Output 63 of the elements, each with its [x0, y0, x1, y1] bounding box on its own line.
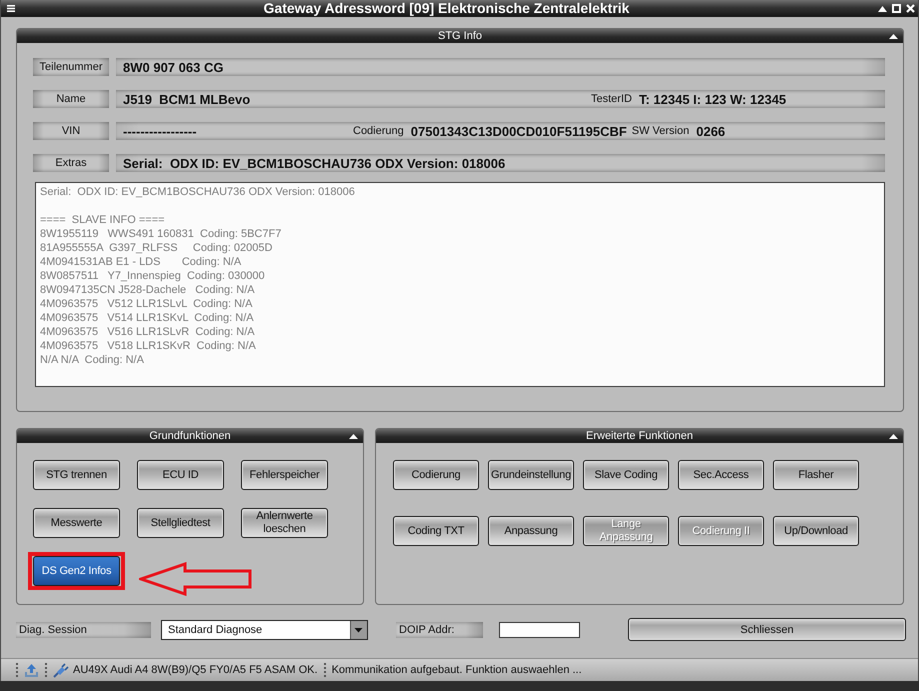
doip-addr-label: DOIP Addr:: [396, 622, 483, 638]
function-button[interactable]: Anpassung: [488, 516, 574, 546]
left-arrow-icon: [139, 562, 252, 596]
log-line: 81A955555A G397_RLFSS Coding: 02005D: [40, 241, 272, 255]
maximize-icon[interactable]: [892, 4, 901, 13]
caret-up-icon[interactable]: [888, 34, 898, 38]
function-button[interactable]: DS Gen2 Infos: [33, 556, 120, 586]
caret-up-icon[interactable]: [888, 434, 898, 438]
function-button[interactable]: Grundeinstellung: [488, 460, 574, 490]
log-line: 8W1955119 WWS491 160831 Coding: 5BC7F7: [40, 227, 282, 241]
caret-up-icon[interactable]: [348, 434, 358, 438]
field-label: VIN: [33, 122, 109, 140]
function-button[interactable]: Codierung: [393, 460, 479, 490]
upload-icon[interactable]: [24, 662, 39, 678]
function-button[interactable]: Stellgliedtest: [137, 508, 224, 538]
field-label: SW Version: [632, 125, 690, 137]
log-line: 4M0941531AB E1 - LDS Coding: N/A: [40, 255, 242, 269]
panel-title: Erweiterte Funktionen: [585, 429, 694, 443]
field-label: Extras: [33, 154, 109, 172]
log-line: 4M0963575 V518 LLR1SKvR Coding: N/A: [40, 339, 256, 353]
caret-down-icon[interactable]: [350, 620, 367, 638]
caret-up-icon[interactable]: [878, 6, 887, 12]
function-button[interactable]: STG trennen: [33, 460, 120, 490]
log-line: 8W0857511 Y7_Innenspieg Coding: 030000: [40, 269, 265, 283]
field-value: 07501343C13D00CD010F51195CBF: [410, 124, 627, 138]
field-label: Codierung: [353, 125, 404, 137]
function-button[interactable]: Flasher: [773, 460, 859, 490]
field-value: J519 BCM1 MLBevo: [123, 92, 250, 106]
function-button[interactable]: Anlernwerte loeschen: [241, 508, 328, 538]
window-title: Gateway Adressword [09] Elektronische Zentralelektrik: [262, 0, 630, 17]
function-button[interactable]: Fehlerspeicher: [241, 460, 328, 490]
field-value: -----------------: [123, 124, 197, 138]
close-button[interactable]: Schliessen: [628, 618, 906, 641]
log-line: 4M0963575 V514 LLR1SKvL Coding: N/A: [40, 311, 254, 325]
field-label: TesterID: [591, 93, 632, 105]
panel-title: Grundfunktionen: [148, 429, 232, 443]
panel-title: STG Info: [436, 29, 484, 43]
function-button[interactable]: Up/Download: [773, 516, 859, 546]
function-button[interactable]: ECU ID: [137, 460, 224, 490]
function-button[interactable]: Sec.Access: [678, 460, 764, 490]
log-line: 8W0947135CN J528-Dachele Coding: N/A: [40, 283, 255, 297]
diag-session-select[interactable]: Standard Diagnose: [161, 620, 368, 640]
log-line: Serial: ODX ID: EV_BCM1BOSCHAU736 ODX Version: 018006: [40, 185, 355, 199]
close-icon[interactable]: [906, 4, 915, 13]
function-button[interactable]: Slave Coding: [583, 460, 669, 490]
doip-addr-field[interactable]: [499, 622, 580, 638]
log-line: 4M0963575 V512 LLR1SLvL Coding: N/A: [40, 297, 252, 311]
log-line: N/A N/A Coding: N/A: [40, 353, 144, 367]
plug-icon[interactable]: [53, 662, 69, 678]
field-value: 0266: [696, 124, 726, 138]
log-line: 4M0963575 V516 LLR1SLvR Coding: N/A: [40, 325, 255, 339]
field-label: Name: [33, 90, 109, 108]
status-text: AU49X Audi A4 8W(B9)/Q5 FY0/A5 F5 ASAM OK.: [73, 664, 318, 676]
diag-session-label: Diag. Session: [16, 622, 151, 638]
status-text: Kommunikation aufgebaut. Funktion auswaehlen ...: [332, 664, 582, 676]
menu-icon[interactable]: [7, 5, 15, 12]
field-value: Serial: ODX ID: EV_BCM1BOSCHAU736 ODX Version: 018006: [123, 156, 506, 170]
field-value: 8W0 907 063 CG: [123, 60, 224, 74]
function-button[interactable]: Messwerte: [33, 508, 120, 538]
function-button[interactable]: Coding TXT: [393, 516, 479, 546]
log-line: ==== SLAVE INFO ====: [40, 213, 165, 227]
field-value: T: 12345 I: 123 W: 12345: [638, 92, 786, 106]
field-label: Teilenummer: [33, 58, 109, 76]
